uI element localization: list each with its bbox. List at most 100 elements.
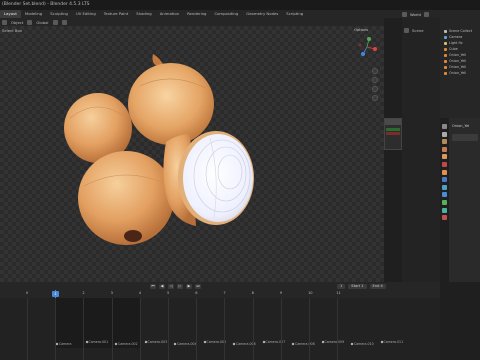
tab-animation[interactable]: Animation	[156, 10, 183, 18]
render-tab-icon[interactable]	[442, 131, 447, 137]
view-layer-icon[interactable]	[423, 11, 429, 17]
frame-grid-line	[196, 298, 197, 360]
tab-compositing[interactable]: Compositing	[210, 10, 242, 18]
properties-lower-area	[440, 282, 480, 360]
window-title: (Blender Set.blend) - Blender 4.5.3 LTS	[2, 2, 90, 7]
tab-scripting[interactable]: Scripting	[282, 10, 307, 18]
tab-layout[interactable]: Layout	[0, 10, 21, 18]
end-frame-field[interactable]: End 4	[369, 283, 386, 289]
scene-tab-icon[interactable]	[442, 154, 447, 160]
frame-grid-line	[309, 298, 310, 360]
mesh-icon	[444, 71, 447, 75]
timeline-marker[interactable]: Camera.011	[380, 340, 404, 344]
marker-diamond-icon	[380, 340, 383, 344]
workspace-tabs-bar: Layout Modeling Sculpting UV Editing Tex…	[0, 10, 400, 18]
tab-uv-editing[interactable]: UV Editing	[72, 10, 100, 18]
3d-viewport[interactable]: Select Box Options	[0, 26, 384, 282]
tab-shading[interactable]: Shading	[132, 10, 155, 18]
marker-label: Camera.008	[295, 342, 315, 346]
jump-start-icon[interactable]: ⏮	[150, 283, 156, 289]
properties-add-slot[interactable]	[452, 134, 478, 141]
marker-diamond-icon	[350, 342, 354, 346]
timeline-marker[interactable]: Camera.004	[173, 342, 197, 346]
tab-geometry-nodes[interactable]: Geometry Nodes	[242, 10, 282, 18]
outliner-item[interactable]: Onion_Yell	[440, 70, 480, 76]
zoom-icon[interactable]	[372, 68, 378, 74]
marker-diamond-icon	[55, 342, 59, 346]
current-frame-field[interactable]: 1	[337, 283, 346, 289]
next-key-icon[interactable]: ▶	[186, 283, 192, 289]
proportional-edit-icon[interactable]	[61, 19, 67, 25]
modifier-tab-icon[interactable]	[442, 177, 447, 183]
orientation-dropdown[interactable]: Global	[36, 20, 48, 25]
snap-icon[interactable]	[52, 19, 58, 25]
world-label[interactable]: World	[410, 12, 421, 17]
timeline-marker[interactable]: Camera.005	[203, 340, 226, 344]
tool-tab-icon[interactable]	[442, 124, 447, 129]
prev-key-icon[interactable]: ◀	[159, 283, 165, 289]
timeline-marker[interactable]: Camera.010	[350, 342, 374, 346]
play-icon[interactable]: ▷	[177, 283, 183, 289]
ruler-tick: 2	[82, 291, 85, 295]
object-tab-icon[interactable]	[442, 169, 447, 175]
world-tab-icon[interactable]	[442, 161, 447, 167]
output-tab-icon[interactable]	[442, 139, 447, 145]
view-layer-tab-icon[interactable]	[442, 146, 447, 152]
tab-texture-paint[interactable]: Texture Paint	[100, 10, 133, 18]
timeline-marker[interactable]: Camera.008	[291, 342, 315, 346]
marker-diamond-icon	[321, 340, 324, 344]
marker-diamond-icon	[114, 342, 118, 346]
outliner-display-icon[interactable]	[404, 27, 409, 33]
data-tab-icon[interactable]	[442, 207, 447, 213]
particles-tab-icon[interactable]	[442, 184, 447, 190]
transform-pivot-icon[interactable]	[27, 19, 33, 25]
start-frame-field[interactable]: Start 1	[348, 283, 367, 289]
frame-ruler[interactable]: 0 1 2 3 4 5 6 7 8 9 10 11	[0, 290, 440, 298]
jump-end-icon[interactable]: ⏭	[195, 283, 201, 289]
timeline-marker[interactable]: Camera.001	[85, 340, 109, 344]
timeline-editor[interactable]: 0 1 2 3 4 5 6 7 8 9 10 11 Camera Camera.001 Camera.00…	[0, 290, 440, 360]
frame-grid-line	[55, 298, 56, 360]
play-reverse-icon[interactable]: ◁	[168, 283, 174, 289]
timeline-marker[interactable]: Camera.003	[144, 340, 167, 344]
pan-icon[interactable]	[372, 77, 378, 83]
editor-type-icon[interactable]	[2, 19, 7, 25]
node-editor-strip[interactable]	[384, 18, 402, 282]
marker-label: Camera.011	[383, 340, 404, 344]
viewport-header: Object Global	[0, 18, 384, 26]
perspective-icon[interactable]	[372, 95, 378, 101]
frame-grid-line	[224, 298, 225, 360]
camera-view-icon[interactable]	[372, 86, 378, 92]
physics-tab-icon[interactable]	[442, 192, 447, 198]
navigation-gizmo[interactable]	[356, 36, 378, 58]
playhead-frame[interactable]: 1	[52, 291, 59, 297]
tab-rendering[interactable]: Rendering	[183, 10, 210, 18]
marker-label: Camera.001	[88, 340, 109, 344]
marker-diamond-icon	[85, 340, 88, 344]
ruler-tick: 9	[279, 291, 283, 295]
properties-object-name[interactable]: Onion_Yel	[452, 124, 469, 128]
material-tab-icon[interactable]	[442, 215, 447, 221]
end-value: 4	[380, 283, 383, 288]
outliner-item-label: Onion_Yell	[449, 71, 467, 75]
tab-modeling[interactable]: Modeling	[21, 10, 46, 18]
timeline-marker[interactable]: Camera.002	[114, 342, 138, 346]
timeline-marker[interactable]: Camera	[55, 342, 72, 346]
constraints-tab-icon[interactable]	[442, 199, 447, 205]
timeline-marker[interactable]: Camera.009	[321, 340, 344, 344]
shader-node[interactable]	[384, 118, 402, 150]
frame-grid-line	[83, 298, 84, 360]
start-label: Start	[351, 283, 361, 288]
marker-label: Camera.010	[354, 342, 374, 346]
scene-selector-bar: World	[400, 10, 480, 18]
timeline-header: ⏮ ◀ ◁ ▷ ▶ ⏭ 1 Start 1 End 4	[0, 282, 440, 290]
mode-dropdown[interactable]: Object	[11, 20, 23, 25]
lgt-icon	[444, 41, 447, 45]
tab-sculpting[interactable]: Sculpting	[46, 10, 72, 18]
col-icon	[444, 29, 447, 33]
outliner-scene-label[interactable]: Scene	[412, 28, 424, 33]
frame-grid-line	[139, 298, 141, 360]
end-label: End	[372, 283, 380, 288]
marker-label: Camera.002	[118, 342, 138, 346]
timeline-marker[interactable]: Camera.007	[262, 340, 285, 344]
